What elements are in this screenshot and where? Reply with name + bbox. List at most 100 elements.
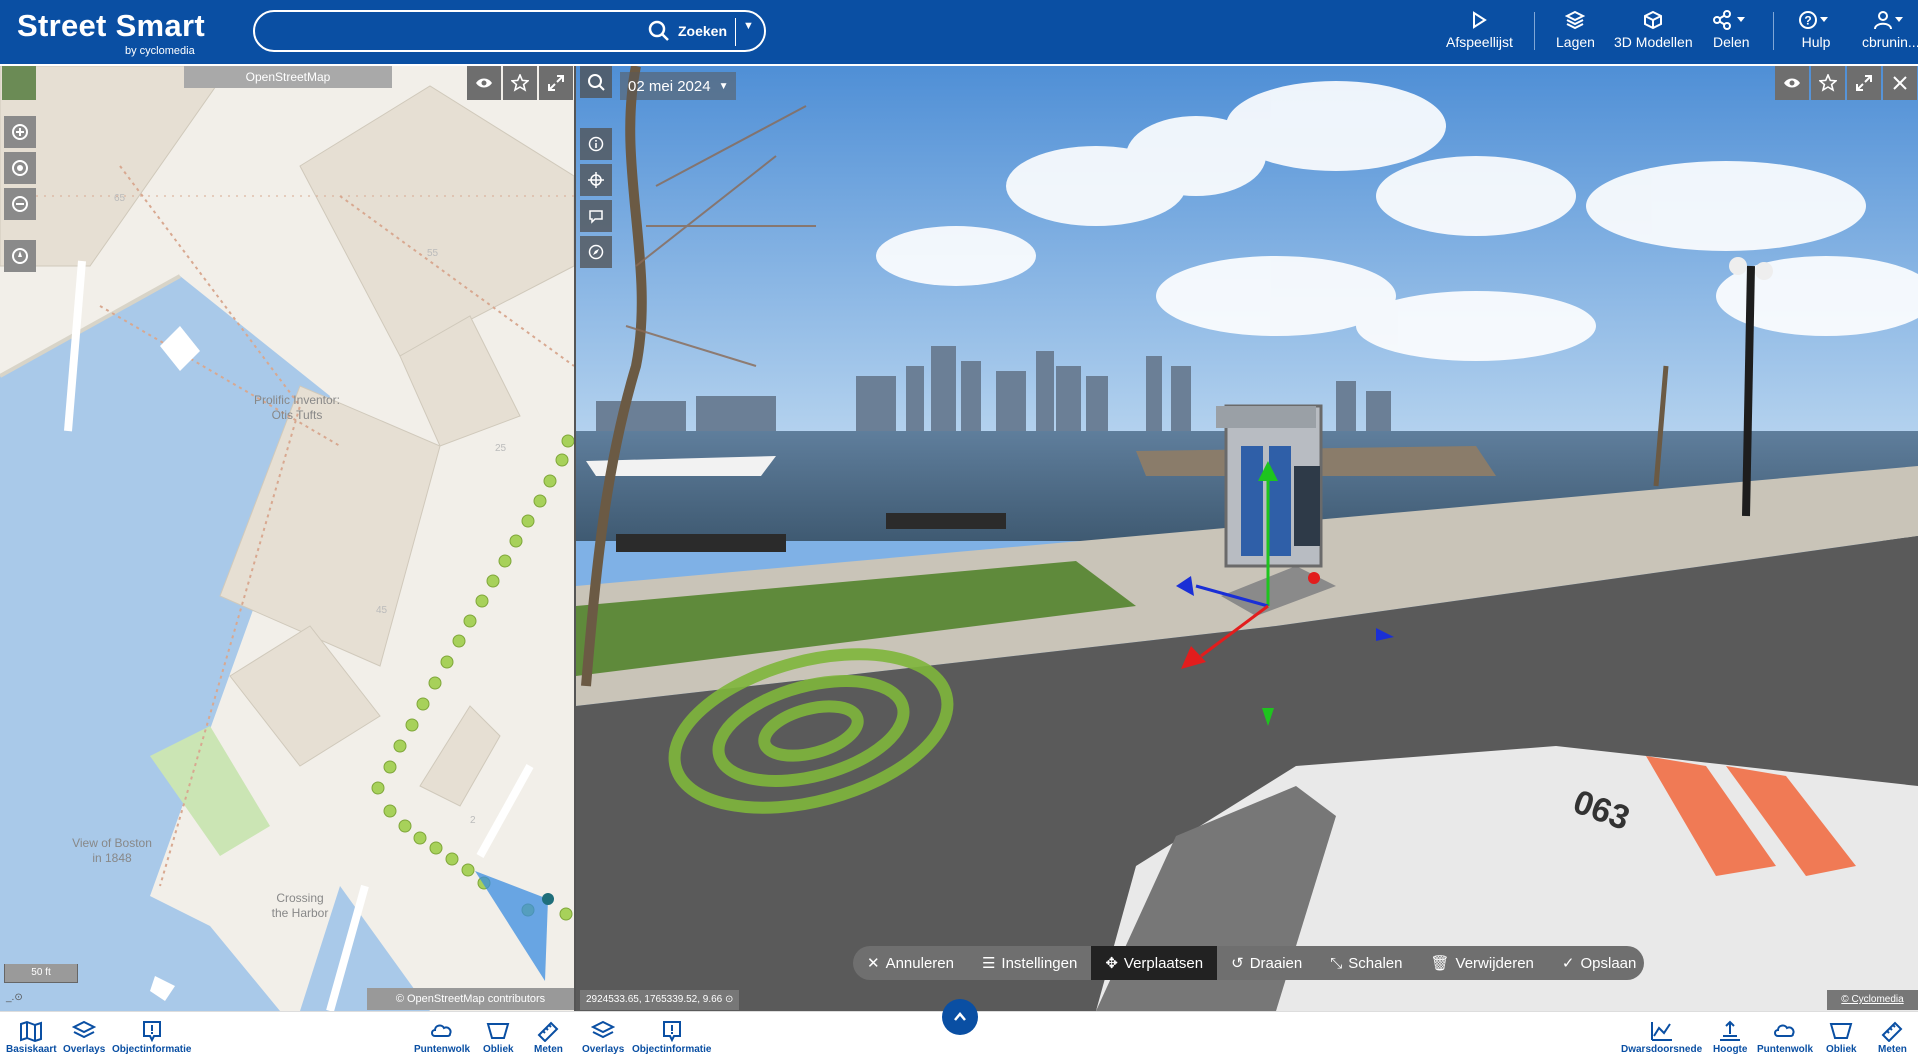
playlist-button[interactable]: Afspeellijst xyxy=(1446,10,1513,50)
3d-models-button[interactable]: 3D Modellen xyxy=(1614,10,1693,50)
map-canvas: 65 55 25 45 2 Prolific Inventor: Otis Tu… xyxy=(0,66,574,1011)
pano-close-button[interactable] xyxy=(1883,66,1917,100)
panorama-viewer[interactable]: 063 xyxy=(576,66,1918,1011)
toolbar-divider xyxy=(1773,12,1774,50)
compass-button[interactable] xyxy=(4,240,36,272)
save-button[interactable]: ✓ Opslaan xyxy=(1548,946,1644,980)
zoom-in-button[interactable] xyxy=(4,116,36,148)
scale-icon: ⤡ xyxy=(1330,954,1343,972)
map-overlays-button[interactable]: Overlays xyxy=(63,1020,105,1055)
position-marker[interactable] xyxy=(542,893,554,905)
model-edit-toolbar: ✕ Annuleren ☰ Instellingen ✥ Verplaatsen ↺ D… xyxy=(853,946,1644,980)
comment-icon xyxy=(589,210,603,224)
search-dropdown-icon[interactable]: ▼ xyxy=(743,20,754,32)
map-attribution[interactable]: © OpenStreetMap contributors xyxy=(367,988,574,1010)
zoom-out-button[interactable] xyxy=(4,188,36,220)
pano-overlays-button[interactable]: Overlays xyxy=(582,1020,624,1055)
user-icon xyxy=(1873,11,1903,30)
chevron-up-icon xyxy=(954,1012,966,1021)
logo-title: Street Smart xyxy=(17,8,205,43)
map-measure-button[interactable]: Meten xyxy=(534,1020,563,1055)
pano-oblique-button[interactable]: Obliek xyxy=(1826,1020,1857,1055)
measure-label: Meten xyxy=(534,1044,563,1055)
navigation-button[interactable] xyxy=(580,236,612,268)
expand-panel-button[interactable] xyxy=(942,999,978,1035)
pointcloud-label: Puntenwolk xyxy=(414,1044,471,1055)
height-label: Hoogte xyxy=(1713,1044,1748,1055)
map-objectinfo-button[interactable]: Objectinformatie xyxy=(112,1020,191,1055)
map-icon xyxy=(20,1020,43,1042)
check-icon: ✓ xyxy=(1561,955,1575,972)
map-label-view: View of Boston xyxy=(72,836,152,850)
help-label: Hulp xyxy=(1801,34,1831,50)
move-icon: ✥ xyxy=(1105,955,1118,972)
crosssection-button[interactable]: Dwarsdoorsnede xyxy=(1621,1020,1702,1055)
pointcloud-icon xyxy=(431,1024,452,1037)
oblique-label: Obliek xyxy=(1826,1044,1857,1055)
settings-label: Instellingen xyxy=(1001,954,1078,972)
user-menu-button[interactable]: cbrunin... xyxy=(1862,10,1918,50)
map-oblique-button[interactable]: Obliek xyxy=(483,1020,514,1055)
share-label: Delen xyxy=(1713,34,1750,50)
comment-button[interactable] xyxy=(580,200,612,232)
app-logo[interactable]: Street Smart by cyclomedia xyxy=(17,8,205,58)
info-icon[interactable]: ⊙ xyxy=(725,994,733,1005)
height-button[interactable]: Hoogte xyxy=(1713,1020,1747,1055)
history-button[interactable] xyxy=(580,66,612,98)
info-button[interactable] xyxy=(580,128,612,160)
layers-button[interactable]: Lagen xyxy=(1556,10,1595,50)
move-button[interactable]: ✥ Verplaatsen xyxy=(1091,946,1218,980)
map-info-icon[interactable]: _.⊙ xyxy=(6,992,23,1003)
locate-button[interactable] xyxy=(4,152,36,184)
pano-measure-button[interactable]: Meten xyxy=(1878,1020,1907,1055)
user-label: cbrunin... xyxy=(1862,34,1918,50)
basemap-thumbnail[interactable] xyxy=(2,66,36,100)
pano-favorite-button[interactable] xyxy=(1811,66,1845,100)
objectinfo-label: Objectinformatie xyxy=(112,1044,192,1055)
crosssection-label: Dwarsdoorsnede xyxy=(1621,1044,1703,1055)
cube-icon xyxy=(1644,10,1663,30)
oblique-icon xyxy=(1829,1023,1853,1039)
chevron-down-icon: ▼ xyxy=(718,80,729,92)
rotate-button[interactable]: ↺ Draaien xyxy=(1217,946,1316,980)
map-favorite-button[interactable] xyxy=(503,66,537,100)
pano-objectinfo-button[interactable]: Objectinformatie xyxy=(632,1020,711,1055)
map-pointcloud-button[interactable]: Puntenwolk xyxy=(414,1020,470,1055)
delete-button[interactable]: 🗑 Verwijderen xyxy=(1416,946,1547,980)
cancel-button[interactable]: ✕ Annuleren xyxy=(853,946,968,980)
star-icon xyxy=(511,74,529,92)
date-selector[interactable]: 02 mei 2024 ▼ xyxy=(620,72,737,100)
crosshair-button[interactable] xyxy=(580,164,612,196)
search-button-label: Zoeken xyxy=(678,23,728,39)
map-panel[interactable]: 65 55 25 45 2 Prolific Inventor: Otis Tu… xyxy=(0,66,576,1011)
share-button[interactable]: Delen xyxy=(1713,10,1750,50)
info-marker-icon xyxy=(662,1021,681,1042)
pano-pointcloud-button[interactable]: Puntenwolk xyxy=(1757,1020,1813,1055)
search-box[interactable]: Zoeken ▼ xyxy=(253,10,766,52)
help-button[interactable]: ? Hulp xyxy=(1798,10,1834,50)
map-expand-button[interactable] xyxy=(539,66,573,100)
oblique-icon xyxy=(486,1023,510,1039)
layers-icon xyxy=(591,1020,616,1039)
map-label: 55 xyxy=(427,248,439,259)
pano-expand-button[interactable] xyxy=(1847,66,1881,100)
map-scale: 50 ft xyxy=(4,964,78,983)
top-bar: Street Smart by cyclomedia Zoeken ▼ Afsp… xyxy=(0,0,1918,64)
map-label-inventor: Otis Tufts xyxy=(272,408,323,422)
play-icon xyxy=(1473,11,1488,29)
cyclomedia-copyright[interactable]: © Cyclomedia xyxy=(1827,990,1918,1010)
compass-icon xyxy=(12,248,28,264)
basemap-label: Basiskaart xyxy=(6,1044,57,1055)
map-label-crossing: Crossing xyxy=(276,891,323,905)
trash-icon: 🗑 xyxy=(1430,955,1450,972)
basemap-button[interactable]: Basiskaart xyxy=(6,1020,57,1055)
settings-button[interactable]: ☰ Instellingen xyxy=(968,946,1091,980)
search-button[interactable]: Zoeken xyxy=(648,20,727,42)
map-visibility-button[interactable] xyxy=(467,66,501,100)
overlays-label: Overlays xyxy=(63,1044,106,1055)
measure-label: Meten xyxy=(1878,1044,1907,1055)
scale-button[interactable]: ⤡ Schalen xyxy=(1316,946,1416,980)
pano-visibility-button[interactable] xyxy=(1775,66,1809,100)
objectinfo-label: Objectinformatie xyxy=(632,1044,712,1055)
map-label: 45 xyxy=(376,605,388,616)
